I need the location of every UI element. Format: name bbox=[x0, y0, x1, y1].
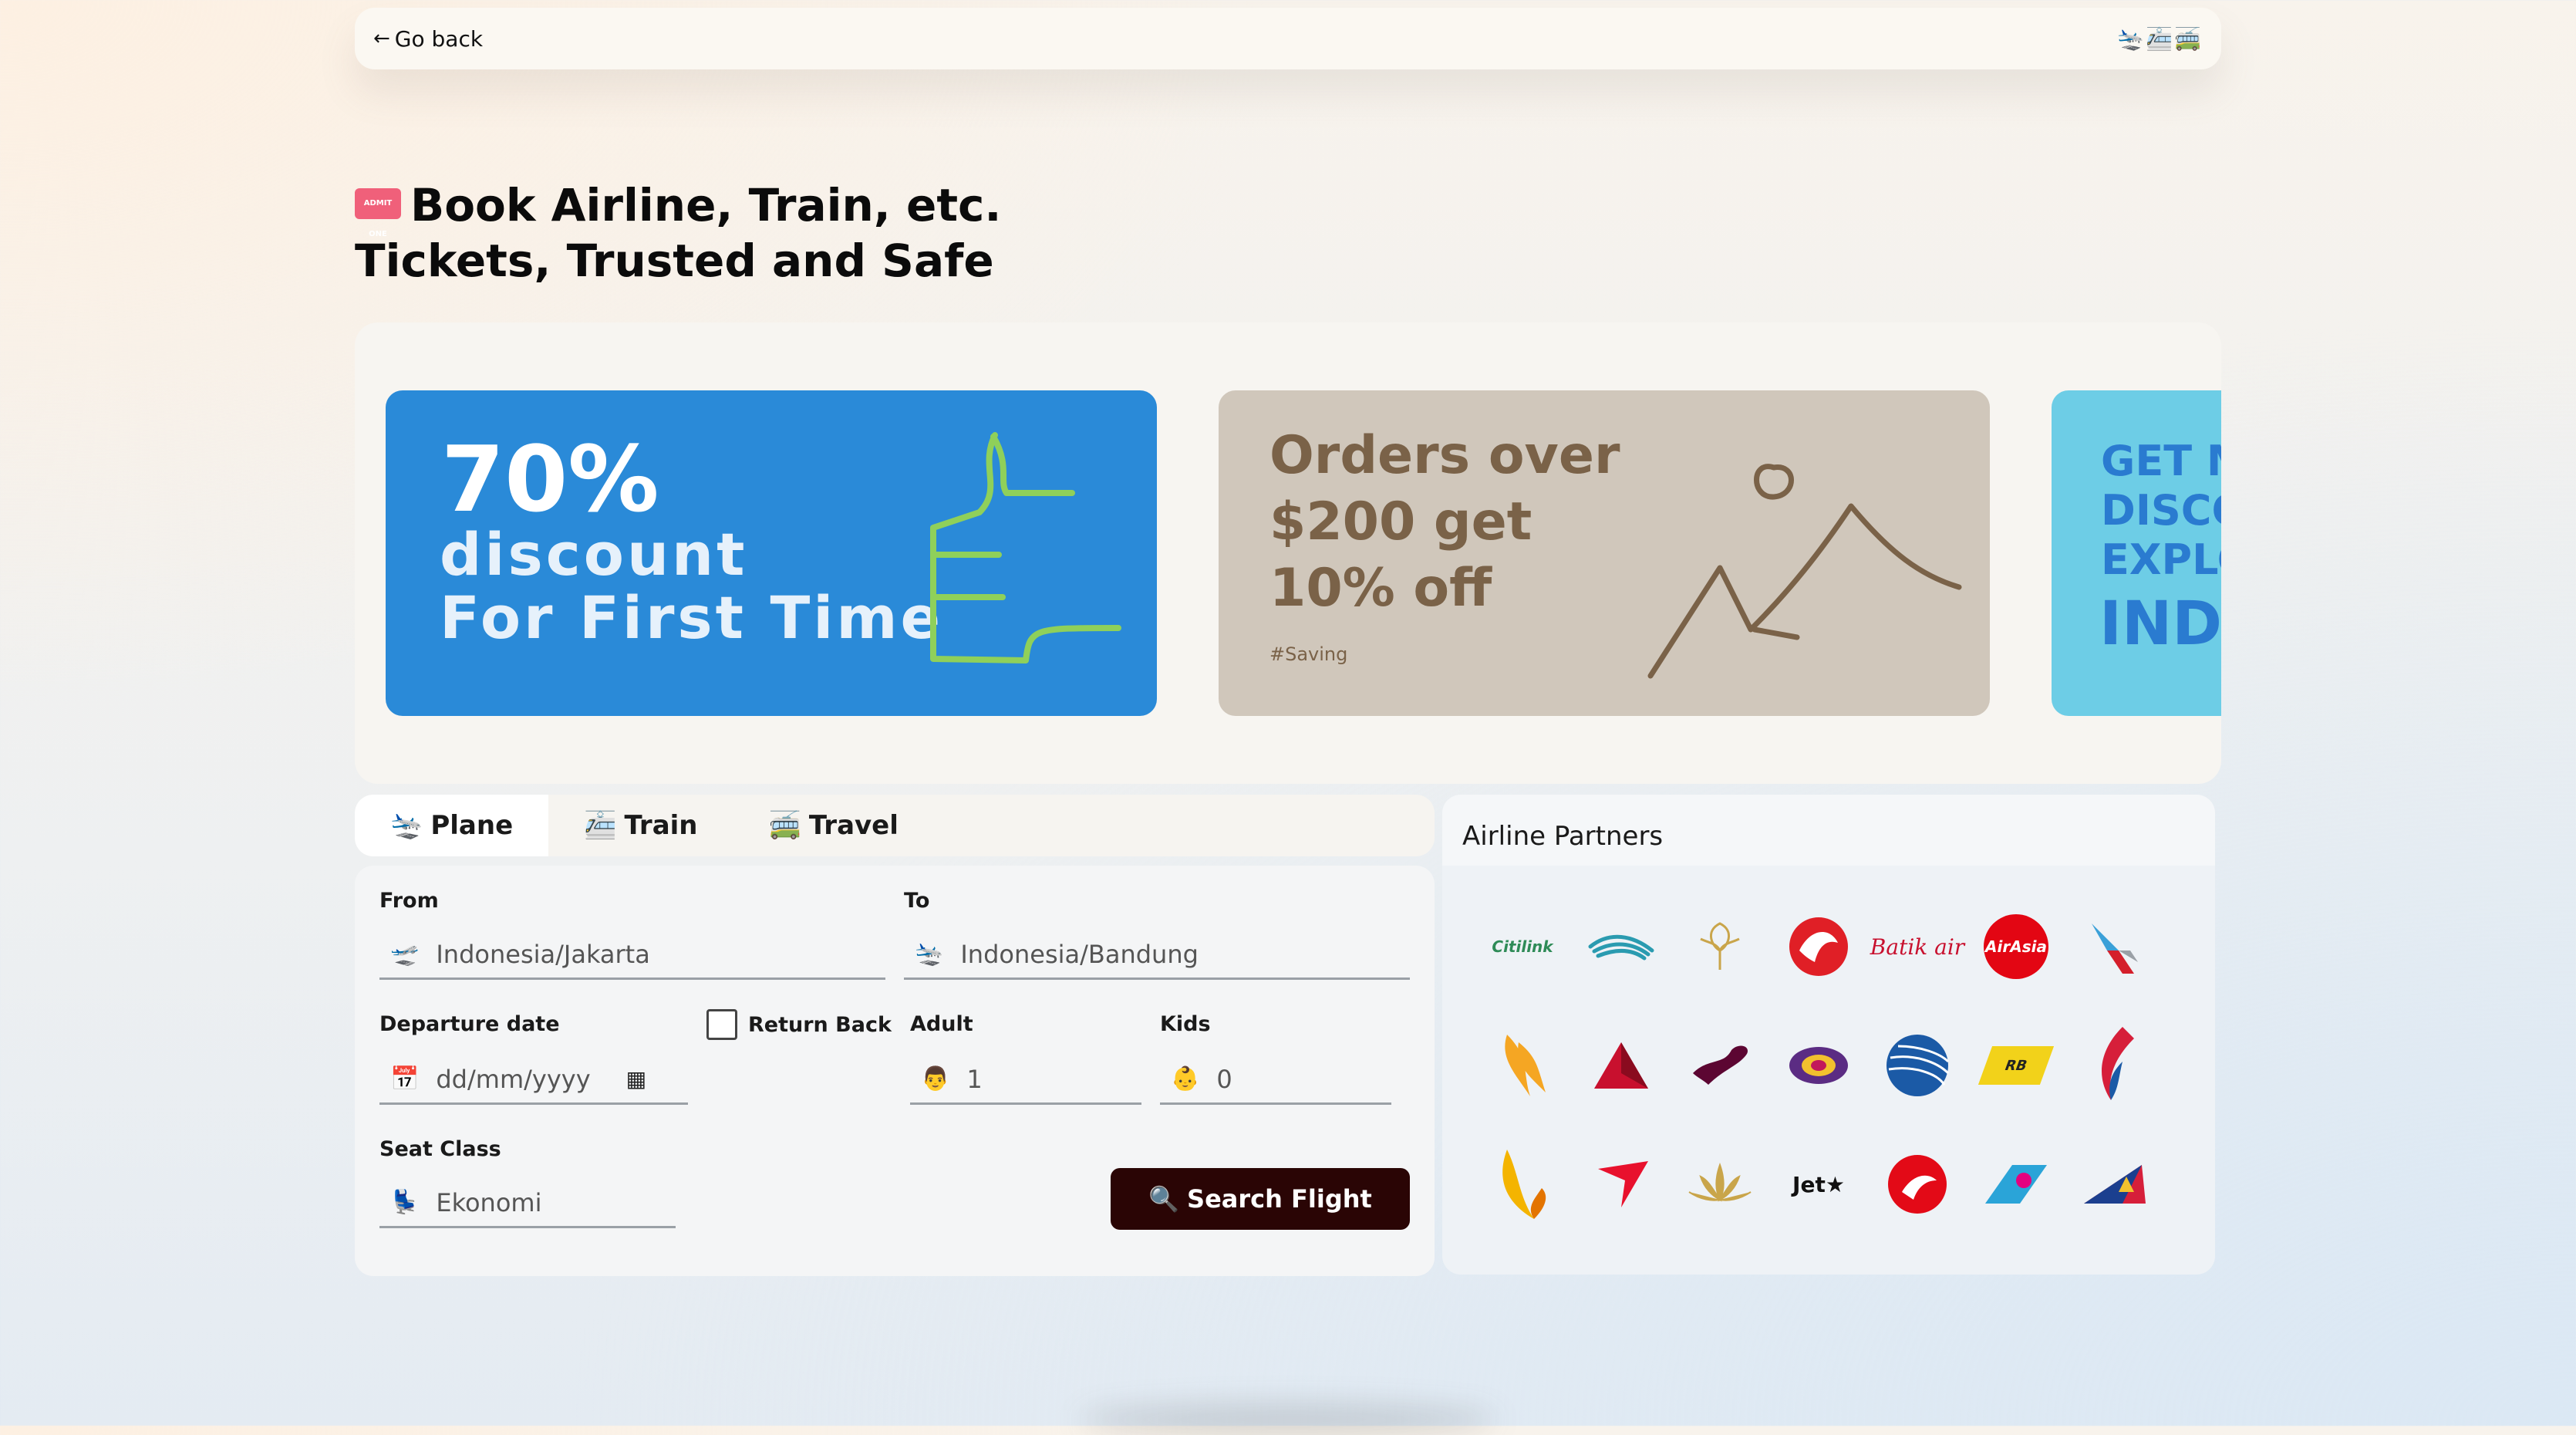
title-line-1: Book Airline, Train, etc. bbox=[410, 179, 1002, 231]
plane-departure-icon: 🛫 bbox=[390, 940, 420, 967]
baby-icon: 👶 bbox=[1171, 1065, 1200, 1092]
page-title: ADMIT ONEBook Airline, Train, etc. Ticke… bbox=[355, 177, 1357, 289]
title-line-2: Tickets, Trusted and Safe bbox=[355, 235, 994, 287]
adult-input[interactable]: 👨 1 bbox=[910, 1055, 1141, 1105]
promo-carousel: 70% discount For First Time Orders over … bbox=[355, 322, 2221, 784]
kids-value: 0 bbox=[1216, 1064, 1232, 1094]
vietnam-lotus-logo[interactable] bbox=[1671, 1125, 1769, 1244]
promo-explore-text: GET M DISCO EXPLO bbox=[2101, 437, 2221, 585]
departure-date-label: Departure date bbox=[379, 1012, 560, 1036]
tab-train-label: Train bbox=[624, 810, 698, 841]
to-field[interactable]: 🛬 Indonesia/Bandung bbox=[904, 930, 1410, 980]
transport-tabs: 🛬 Plane 🚈 Train 🚎 Travel bbox=[355, 795, 1435, 856]
citilink-logo[interactable]: Citilink bbox=[1473, 887, 1572, 1006]
american-airlines-logo[interactable] bbox=[2065, 887, 2164, 1006]
date-picker-icon[interactable]: ▦ bbox=[626, 1066, 646, 1092]
from-label: From bbox=[379, 889, 439, 913]
top-bar: ← Go back 🛬🚈🚎 bbox=[355, 8, 2221, 69]
delta-logo[interactable] bbox=[1572, 1006, 1671, 1125]
promo-first-time-text: For First Time bbox=[440, 583, 944, 652]
garuda-logo[interactable] bbox=[1572, 887, 1671, 1006]
go-back-button[interactable]: ← Go back bbox=[373, 26, 483, 52]
lion-crest-logo[interactable] bbox=[1671, 887, 1769, 1006]
airline-partners-panel: Airline Partners Citilink Batik air AirA… bbox=[1442, 795, 2215, 1275]
tab-train[interactable]: 🚈 Train bbox=[548, 795, 733, 856]
promo-card-orders[interactable]: Orders over $200 get 10% off #Saving bbox=[1219, 390, 1990, 716]
promo-orders-text: Orders over $200 get 10% off bbox=[1269, 425, 1620, 619]
united-logo[interactable] bbox=[1868, 1006, 1967, 1125]
return-back-checkbox-group[interactable]: Return Back bbox=[706, 1009, 892, 1040]
adult-label: Adult bbox=[910, 1012, 973, 1036]
return-back-label: Return Back bbox=[748, 1012, 892, 1037]
train-icon: 🚈 bbox=[584, 810, 617, 841]
search-flight-label: Search Flight bbox=[1187, 1184, 1372, 1214]
china-southern-logo[interactable] bbox=[1967, 1125, 2065, 1244]
transport-icons: 🛬🚈🚎 bbox=[2117, 25, 2203, 52]
ticket-icon: ADMIT ONE bbox=[355, 187, 401, 238]
plane-arrival-icon: 🛬 bbox=[915, 940, 944, 967]
jetstar-text: Jet★ bbox=[1792, 1171, 1845, 1197]
departure-date-placeholder: dd/mm/yyyy bbox=[436, 1064, 591, 1094]
promo-explore-big: INDO bbox=[2099, 589, 2221, 659]
calendar-icon: 📅 bbox=[390, 1065, 420, 1092]
batik-air-logo[interactable]: Batik air bbox=[1868, 887, 1967, 1006]
promo-explore-line3: EXPLO bbox=[2101, 535, 2221, 584]
bangkok-airways-logo[interactable] bbox=[2065, 1006, 2164, 1125]
qatar-logo[interactable] bbox=[1671, 1006, 1769, 1125]
arrow-left-icon: ← bbox=[373, 27, 390, 50]
kids-input[interactable]: 👶 0 bbox=[1160, 1055, 1391, 1105]
promo-percent: 70% bbox=[441, 426, 659, 532]
royal-brunei-text: RB bbox=[1978, 1046, 2055, 1085]
thai-logo[interactable] bbox=[1769, 1006, 1868, 1125]
batik-air-text: Batik air bbox=[1870, 934, 1965, 960]
bottom-shadow bbox=[1080, 1404, 1496, 1435]
airline-partners-title: Airline Partners bbox=[1442, 795, 2215, 866]
departure-date-input[interactable]: 📅 dd/mm/yyyy ▦ bbox=[379, 1055, 688, 1105]
thumbs-up-icon bbox=[930, 432, 1121, 663]
lion-air-logo[interactable] bbox=[1769, 887, 1868, 1006]
citilink-text: Citilink bbox=[1492, 937, 1553, 956]
singapore-airlines-logo[interactable] bbox=[1473, 1006, 1572, 1125]
adult-icon: 👨 bbox=[921, 1065, 950, 1092]
plane-icon: 🛬 bbox=[390, 810, 423, 841]
royal-brunei-logo[interactable]: RB bbox=[1967, 1006, 2065, 1125]
promo-explore-line2: DISCO bbox=[2101, 486, 2221, 535]
from-field[interactable]: 🛫 Indonesia/Jakarta bbox=[379, 930, 885, 980]
tab-travel-label: Travel bbox=[808, 810, 899, 841]
promo-discount-text: discount bbox=[440, 520, 748, 589]
philippine-logo[interactable] bbox=[2065, 1125, 2164, 1244]
tab-plane-label: Plane bbox=[430, 810, 514, 841]
airline-logo-grid: Citilink Batik air AirAsia RB Jet★ bbox=[1473, 887, 2190, 1244]
airasia-logo[interactable]: AirAsia bbox=[1967, 887, 2065, 1006]
turkish-logo[interactable] bbox=[1868, 1125, 1967, 1244]
adult-value: 1 bbox=[966, 1064, 983, 1094]
promo-card-explore[interactable]: GET M DISCO EXPLO INDO bbox=[2052, 390, 2221, 716]
mountain-doodle-icon bbox=[1647, 464, 1962, 679]
airasia-text: AirAsia bbox=[1984, 914, 2048, 979]
search-flight-button[interactable]: 🔍 Search Flight bbox=[1111, 1168, 1410, 1230]
tab-plane[interactable]: 🛬 Plane bbox=[355, 795, 549, 856]
seat-class-value: Ekonomi bbox=[436, 1187, 542, 1217]
from-value: Indonesia/Jakarta bbox=[436, 939, 650, 969]
to-label: To bbox=[904, 889, 930, 913]
promo-card-first-time[interactable]: 70% discount For First Time bbox=[386, 390, 1157, 716]
air-red-logo[interactable] bbox=[1572, 1125, 1671, 1244]
seat-icon: 💺 bbox=[390, 1189, 420, 1216]
seat-class-label: Seat Class bbox=[379, 1137, 501, 1161]
bus-icon: 🚎 bbox=[768, 810, 801, 841]
promo-explore-line1: GET M bbox=[2101, 437, 2221, 485]
promo-tag: #Saving bbox=[1269, 643, 1348, 665]
go-back-label: Go back bbox=[394, 25, 484, 52]
tab-travel[interactable]: 🚎 Travel bbox=[733, 795, 934, 856]
to-value: Indonesia/Bandung bbox=[960, 939, 1199, 969]
search-icon: 🔍 bbox=[1148, 1184, 1180, 1214]
kids-label: Kids bbox=[1160, 1012, 1211, 1036]
return-back-checkbox[interactable] bbox=[706, 1009, 737, 1040]
seat-class-select[interactable]: 💺 Ekonomi bbox=[379, 1179, 676, 1228]
wings-logo[interactable] bbox=[1473, 1125, 1572, 1244]
jetstar-logo[interactable]: Jet★ bbox=[1769, 1125, 1868, 1244]
